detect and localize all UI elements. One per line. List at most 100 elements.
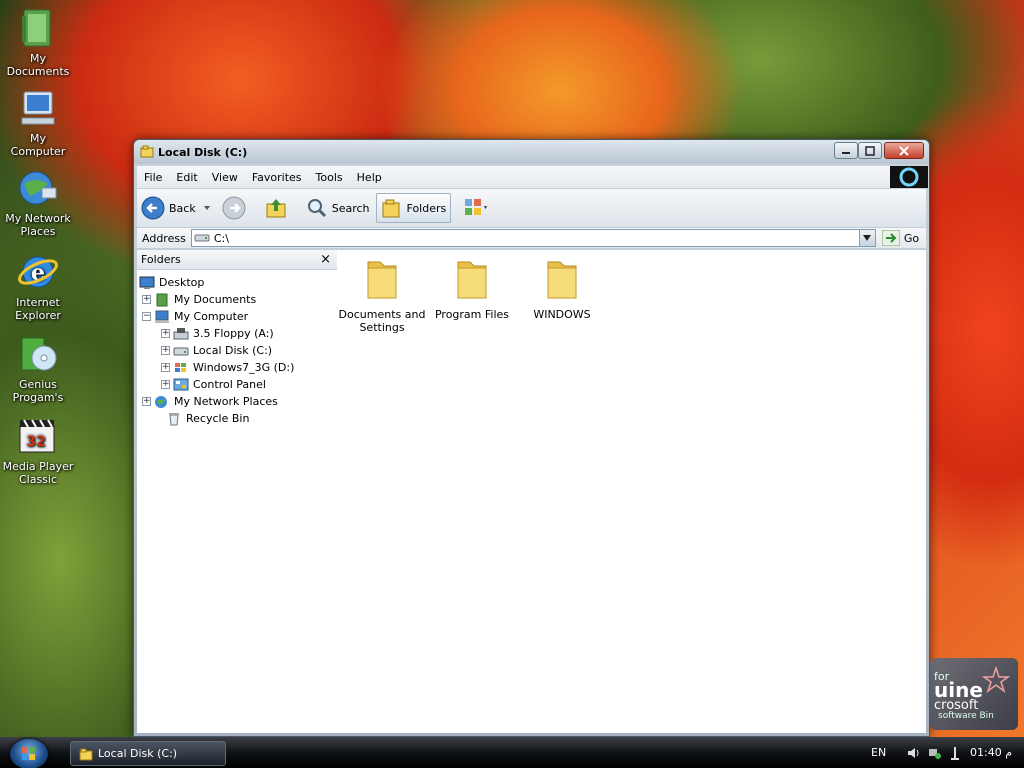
address-bar: Address C:\ Go xyxy=(137,228,926,248)
control-panel-icon xyxy=(173,378,189,392)
menu-view[interactable]: View xyxy=(205,171,245,184)
title-bar[interactable]: Local Disk (C:) xyxy=(134,140,929,164)
power-plug-icon[interactable] xyxy=(948,746,962,760)
tree-item-my-computer[interactable]: − My Computer xyxy=(139,308,294,325)
address-input[interactable]: C:\ xyxy=(190,229,876,247)
tree-item-network-places[interactable]: + My Network Places xyxy=(139,393,294,410)
documents-icon xyxy=(22,9,51,47)
floppy-drive-icon xyxy=(173,327,189,341)
media-player-clapper-icon: 32 xyxy=(19,419,55,453)
cd-box-icon xyxy=(21,337,57,371)
drive-icon xyxy=(194,234,210,242)
folder-windows[interactable]: WINDOWS xyxy=(517,256,607,321)
desktop-icon xyxy=(139,276,155,290)
folders-pane-title: Folders xyxy=(141,253,181,266)
file-list: Documents and Settings Program Files WIN… xyxy=(337,250,926,733)
desktop-icon-media-player-classic[interactable]: 32 Media Player Classic xyxy=(2,414,74,486)
star-icon xyxy=(982,666,1010,694)
up-folder-button[interactable] xyxy=(260,193,294,223)
tree-item-windows7-d[interactable]: + Windows7_3G (D:) xyxy=(139,359,294,376)
menu-bar: File Edit View Favorites Tools Help xyxy=(137,166,890,188)
go-button[interactable]: Go xyxy=(881,230,919,246)
windows-flag-icon xyxy=(22,747,35,760)
windows-disc-icon xyxy=(173,361,189,375)
desktop-icon-label: My Computer xyxy=(10,132,66,158)
collapse-toggle[interactable]: − xyxy=(142,312,151,321)
tree-item-local-disk-c[interactable]: + Local Disk (C:) xyxy=(139,342,294,359)
search-button[interactable]: Search xyxy=(302,193,374,223)
folders-pane-close-button[interactable]: × xyxy=(320,252,331,267)
expand-toggle[interactable]: + xyxy=(142,397,151,406)
maximize-button[interactable] xyxy=(858,142,882,159)
address-dropdown[interactable] xyxy=(858,230,875,246)
folder-icon xyxy=(547,261,577,299)
start-button[interactable] xyxy=(10,739,48,768)
minimize-icon xyxy=(842,151,850,154)
speaker-icon[interactable] xyxy=(906,746,922,760)
folders-pane: Folders × Desktop + My Documents − My Co… xyxy=(137,250,337,733)
menu-help[interactable]: Help xyxy=(350,171,389,184)
system-tray: 01:40 م xyxy=(906,737,1012,768)
computer-icon xyxy=(154,310,170,324)
minimize-button[interactable] xyxy=(834,142,858,159)
folders-pane-header: Folders × xyxy=(137,250,337,270)
network-globe-icon xyxy=(19,171,57,205)
forward-button[interactable] xyxy=(218,193,250,223)
desktop-icon-genius-programs[interactable]: Genius Progam's xyxy=(2,332,74,404)
desktop-icon-my-computer[interactable]: My Computer xyxy=(2,88,74,158)
menu-edit[interactable]: Edit xyxy=(169,171,204,184)
desktop-icon-my-documents[interactable]: My Documents xyxy=(2,6,74,78)
language-indicator[interactable]: EN xyxy=(871,737,886,768)
desktop-icon-label: My Documents xyxy=(6,52,70,78)
tree-item-control-panel[interactable]: + Control Panel xyxy=(139,376,294,393)
window-title: Local Disk (C:) xyxy=(158,146,248,159)
folders-button[interactable]: Folders xyxy=(375,193,452,223)
back-button[interactable]: Back xyxy=(137,193,216,223)
expand-toggle[interactable]: + xyxy=(161,329,170,338)
folder-documents-and-settings[interactable]: Documents and Settings xyxy=(337,256,427,334)
menu-tools[interactable]: Tools xyxy=(309,171,350,184)
close-icon xyxy=(899,145,909,156)
folder-icon xyxy=(367,261,397,299)
tree-item-recycle-bin[interactable]: Recycle Bin xyxy=(139,410,294,427)
folder-icon xyxy=(79,748,93,760)
desktop-icon-label: Internet Explorer xyxy=(15,296,61,322)
desktop-icon-internet-explorer[interactable]: e Internet Explorer xyxy=(2,250,74,322)
documents-icon xyxy=(154,293,170,307)
computer-icon xyxy=(21,91,55,125)
expand-toggle[interactable]: + xyxy=(161,346,170,355)
views-icon xyxy=(465,199,488,215)
maximize-icon xyxy=(865,145,875,156)
internet-explorer-icon: e xyxy=(18,256,58,288)
hard-drive-icon xyxy=(173,344,189,358)
tree-item-my-documents[interactable]: + My Documents xyxy=(139,291,294,308)
folder-tree: Desktop + My Documents − My Computer + 3… xyxy=(139,274,294,427)
chevron-down-icon xyxy=(203,206,210,210)
forward-arrow-icon xyxy=(222,196,246,220)
menu-file[interactable]: File xyxy=(137,171,169,184)
tree-item-floppy[interactable]: + 3.5 Floppy (A:) xyxy=(139,325,294,342)
menu-favorites[interactable]: Favorites xyxy=(245,171,309,184)
content-area: Folders × Desktop + My Documents − My Co… xyxy=(137,250,926,733)
expand-toggle[interactable]: + xyxy=(161,363,170,372)
back-arrow-icon xyxy=(141,196,165,220)
drive-icon xyxy=(140,145,154,162)
clock[interactable]: 01:40 م xyxy=(970,746,1012,759)
svg-text:32: 32 xyxy=(26,434,45,450)
recycle-bin-icon xyxy=(166,412,182,426)
address-value: C:\ xyxy=(213,231,229,245)
tree-item-desktop[interactable]: Desktop xyxy=(139,274,294,291)
taskbar-item-local-disk[interactable]: Local Disk (C:) xyxy=(70,741,226,766)
folder-program-files[interactable]: Program Files xyxy=(427,256,517,321)
expand-toggle[interactable]: + xyxy=(161,380,170,389)
desktop-icon-network-places[interactable]: My Network Places xyxy=(2,166,74,238)
network-globe-icon xyxy=(154,395,170,409)
views-button[interactable] xyxy=(459,193,493,223)
network-status-icon[interactable] xyxy=(928,746,942,760)
toolbar: Back Search Folders xyxy=(137,189,926,227)
folders-icon xyxy=(382,199,400,218)
close-button[interactable] xyxy=(884,142,924,159)
search-icon xyxy=(307,199,326,218)
expand-toggle[interactable]: + xyxy=(142,295,151,304)
go-arrow-icon xyxy=(881,230,900,246)
